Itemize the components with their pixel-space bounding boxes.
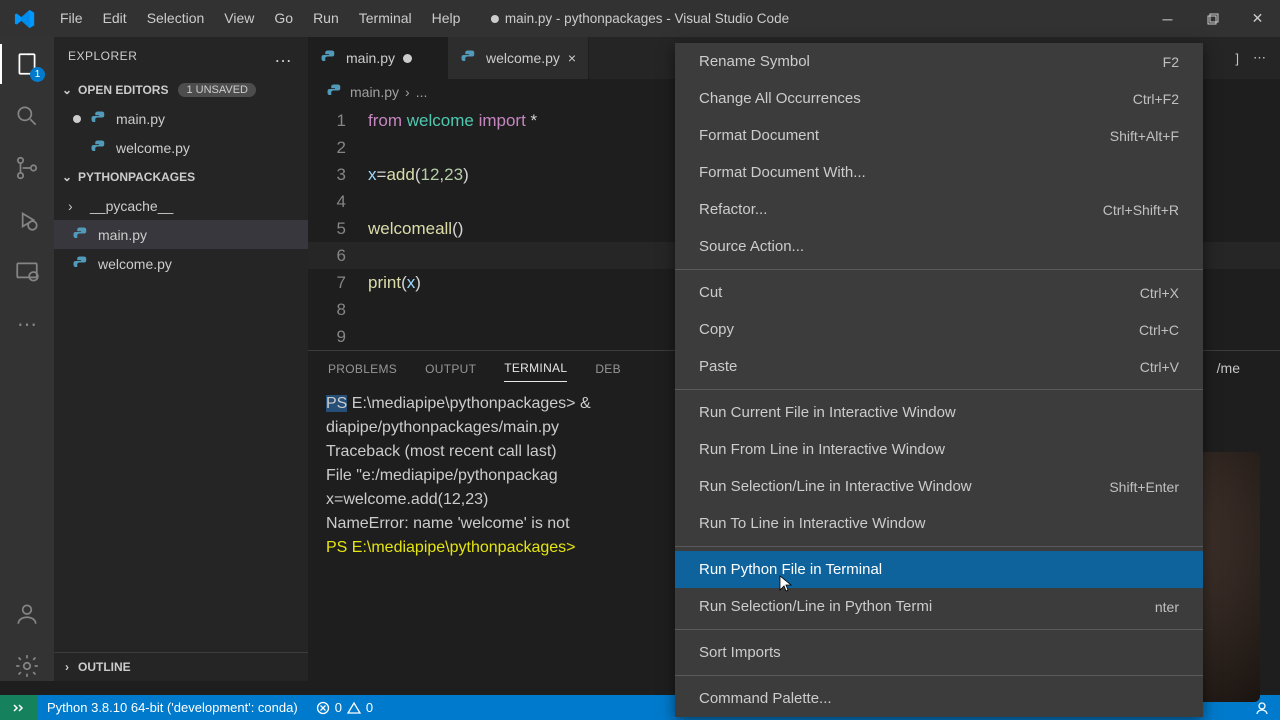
context-menu: Rename SymbolF2Change All OccurrencesCtr… — [675, 43, 1203, 717]
context-menu-item[interactable]: Format DocumentShift+Alt+F — [675, 117, 1203, 154]
modified-indicator-icon — [73, 115, 81, 123]
window-title: main.py - pythonpackages - Visual Studio… — [491, 11, 789, 26]
editor-tab[interactable]: main.py — [308, 37, 448, 79]
chevron-right-icon: › — [68, 198, 82, 214]
context-menu-item[interactable]: Command Palette... — [675, 680, 1203, 717]
panel-tab-deb[interactable]: DEB — [595, 356, 621, 382]
tree-item[interactable]: ›__pycache__ — [54, 191, 308, 220]
menu-edit[interactable]: Edit — [93, 0, 137, 37]
open-editor-item[interactable]: welcome.py — [54, 133, 308, 162]
modified-indicator-icon — [403, 54, 412, 63]
editor-tab[interactable]: welcome.py× — [448, 37, 589, 79]
context-menu-item[interactable]: Run To Line in Interactive Window — [675, 505, 1203, 542]
tree-item[interactable]: main.py — [54, 220, 308, 249]
folder-section[interactable]: ⌄ PYTHONPACKAGES — [54, 162, 308, 191]
minimize-button[interactable]: ─ — [1145, 0, 1190, 37]
tree-item[interactable]: welcome.py — [54, 249, 308, 278]
context-menu-item[interactable]: Change All OccurrencesCtrl+F2 — [675, 80, 1203, 117]
python-file-icon — [326, 83, 344, 101]
panel-tab-problems[interactable]: PROBLEMS — [328, 356, 397, 382]
menu-go[interactable]: Go — [264, 0, 303, 37]
chevron-right-icon: › — [60, 660, 74, 674]
problems-status[interactable]: 0 0 — [307, 700, 382, 715]
line-number: 6 — [308, 242, 368, 269]
context-menu-item[interactable]: Format Document With... — [675, 154, 1203, 191]
context-menu-item[interactable]: Run Current File in Interactive Window — [675, 394, 1203, 431]
more-icon[interactable]: ⋯ — [12, 309, 42, 339]
line-number: 4 — [308, 188, 368, 215]
menu-selection[interactable]: Selection — [137, 0, 215, 37]
line-number: 5 — [308, 215, 368, 242]
search-icon[interactable] — [12, 101, 42, 131]
line-number: 3 — [308, 161, 368, 188]
menu-bar: FileEditSelectionViewGoRunTerminalHelp — [50, 0, 470, 37]
debug-icon[interactable] — [12, 205, 42, 235]
context-menu-item[interactable]: Rename SymbolF2 — [675, 43, 1203, 80]
source-control-icon[interactable] — [12, 153, 42, 183]
explorer-icon[interactable]: 1 — [12, 49, 42, 79]
sidebar-title: EXPLORER — [68, 49, 137, 63]
vscode-logo-icon — [0, 8, 50, 30]
close-button[interactable]: ✕ — [1235, 0, 1280, 37]
context-menu-item[interactable]: Run From Line in Interactive Window — [675, 431, 1203, 468]
maximize-button[interactable] — [1190, 0, 1235, 37]
chevron-down-icon: ⌄ — [60, 170, 74, 184]
context-menu-item[interactable]: Run Selection/Line in Python Terminter — [675, 588, 1203, 625]
open-editor-item[interactable]: main.py — [54, 104, 308, 133]
sidebar: EXPLORER … ⌄ OPEN EDITORS 1 UNSAVED main… — [54, 37, 308, 681]
line-number: 1 — [308, 107, 368, 134]
python-file-icon — [90, 139, 108, 157]
account-icon[interactable] — [12, 599, 42, 629]
line-number: 8 — [308, 296, 368, 323]
outline-section[interactable]: › OUTLINE — [54, 652, 308, 681]
line-number: 9 — [308, 323, 368, 350]
context-menu-item[interactable]: Sort Imports — [675, 634, 1203, 671]
python-file-icon — [90, 110, 108, 128]
context-menu-item[interactable]: Source Action... — [675, 228, 1203, 265]
line-number: 7 — [308, 269, 368, 296]
remote-explorer-icon[interactable] — [12, 257, 42, 287]
menu-file[interactable]: File — [50, 0, 93, 37]
context-menu-item[interactable]: Run Selection/Line in Interactive Window… — [675, 468, 1203, 505]
menu-terminal[interactable]: Terminal — [349, 0, 422, 37]
context-menu-item[interactable]: Run Python File in Terminal — [675, 551, 1203, 588]
python-file-icon — [460, 49, 478, 67]
panel-tab-terminal[interactable]: TERMINAL — [504, 355, 567, 382]
context-menu-item[interactable]: Refactor...Ctrl+Shift+R — [675, 191, 1203, 228]
more-actions-icon[interactable]: ⋯ — [1253, 50, 1266, 66]
modified-indicator-icon — [491, 15, 499, 23]
unsaved-badge: 1 UNSAVED — [178, 83, 256, 97]
settings-icon[interactable] — [12, 651, 42, 681]
context-menu-item[interactable]: CutCtrl+X — [675, 274, 1203, 311]
activity-bar: 1 ⋯ — [0, 37, 54, 681]
chevron-down-icon: ⌄ — [60, 83, 74, 97]
remote-indicator[interactable] — [0, 695, 38, 720]
context-menu-item[interactable]: PasteCtrl+V — [675, 348, 1203, 385]
line-number: 2 — [308, 134, 368, 161]
sidebar-more-icon[interactable]: … — [274, 46, 294, 67]
python-file-icon — [320, 49, 338, 67]
open-editors-section[interactable]: ⌄ OPEN EDITORS 1 UNSAVED — [54, 75, 308, 104]
menu-help[interactable]: Help — [422, 0, 471, 37]
split-editor-icon[interactable]: ] — [1235, 51, 1239, 66]
python-file-icon — [72, 226, 90, 244]
close-tab-icon[interactable]: × — [568, 50, 576, 66]
mouse-cursor-icon — [779, 575, 795, 595]
python-interpreter[interactable]: Python 3.8.10 64-bit ('development': con… — [38, 700, 307, 715]
title-bar: FileEditSelectionViewGoRunTerminalHelp m… — [0, 0, 1280, 37]
panel-tab-output[interactable]: OUTPUT — [425, 356, 476, 382]
window-controls: ─ ✕ — [1145, 0, 1280, 37]
menu-run[interactable]: Run — [303, 0, 349, 37]
context-menu-item[interactable]: CopyCtrl+C — [675, 311, 1203, 348]
python-file-icon — [72, 255, 90, 273]
menu-view[interactable]: View — [214, 0, 264, 37]
